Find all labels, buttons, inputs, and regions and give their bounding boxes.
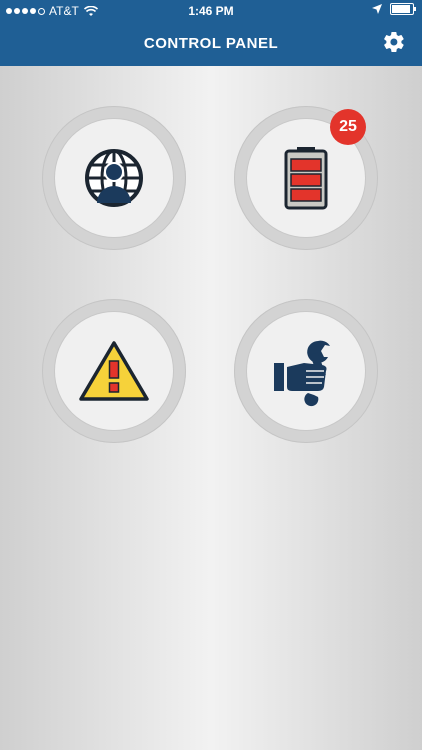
notification-badge: 25 [330, 109, 366, 145]
warning-icon [79, 341, 149, 401]
location-arrow-icon [372, 4, 382, 14]
globe-user-icon [85, 149, 143, 207]
battery-status-icon [390, 3, 416, 15]
tile-inner [55, 312, 173, 430]
battery-icon [284, 147, 328, 210]
network-users-tile[interactable] [42, 106, 186, 250]
status-time: 1:46 PM [188, 4, 234, 18]
tile-inner [247, 312, 365, 430]
alerts-tile[interactable] [42, 299, 186, 443]
nav-bar: CONTROL PANEL [0, 22, 422, 66]
status-bar: AT&T 1:46 PM [0, 0, 422, 22]
gear-icon[interactable] [382, 30, 406, 54]
tile-inner [55, 119, 173, 237]
wrench-hand-icon [274, 340, 330, 407]
page-title: CONTROL PANEL [143, 35, 279, 52]
maintenance-tile[interactable] [234, 299, 378, 443]
status-right [372, 3, 416, 15]
